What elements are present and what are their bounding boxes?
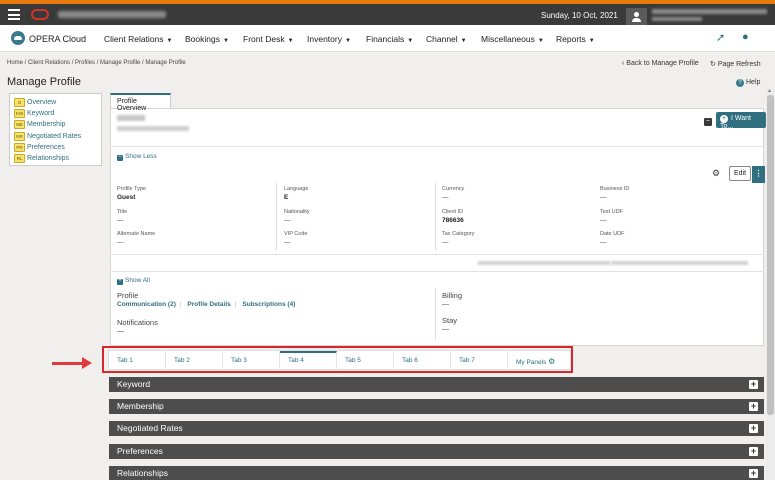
field-business-id: Business ID — xyxy=(600,186,630,201)
left-nav-item-overview[interactable]: O Overview xyxy=(14,97,97,108)
subscriptions-link[interactable]: Subscriptions (4) xyxy=(242,301,295,308)
user-info-redacted-2 xyxy=(652,17,702,21)
field-title: Title — xyxy=(117,209,128,224)
edit-button[interactable]: Edit xyxy=(729,166,751,181)
left-nav-item-preferences[interactable]: PR Preferences xyxy=(14,142,97,153)
panel-membership[interactable]: Membership + xyxy=(109,399,764,414)
user-avatar-icon[interactable] xyxy=(626,8,647,25)
profile-section-title: Profile xyxy=(117,291,139,300)
oracle-logo-icon xyxy=(31,9,49,20)
chat-icon[interactable]: ● xyxy=(742,31,749,43)
property-name-redacted xyxy=(58,11,166,18)
i-want-to-button[interactable]: + I Want To... xyxy=(716,112,766,130)
user-info-redacted xyxy=(652,9,767,14)
opera-cloud-logo-icon xyxy=(11,31,25,45)
left-nav-item-relationships[interactable]: RL Relationships xyxy=(14,153,97,164)
left-nav-item-membership[interactable]: ME Membership xyxy=(14,119,97,130)
field-nationality: Nationality — xyxy=(284,209,310,224)
field-alternate-name: Alternate Name — xyxy=(117,231,156,246)
nav-financials[interactable]: Financials ▼ xyxy=(366,34,413,44)
notifications-title: Notifications xyxy=(117,318,158,327)
billing-title: Billing xyxy=(442,291,463,300)
expand-plus-icon[interactable]: + xyxy=(749,380,758,389)
panel-negotiated-rates[interactable]: Negotiated Rates + xyxy=(109,421,764,436)
minus-square-icon: − xyxy=(117,154,123,161)
column-separator xyxy=(435,183,436,250)
scrollbar-thumb[interactable] xyxy=(767,95,774,415)
back-to-manage-profile-link[interactable]: ‹ Back to Manage Profile xyxy=(622,60,699,67)
field-language: Language E xyxy=(284,186,309,201)
column-separator xyxy=(435,288,436,340)
annotation-arrow xyxy=(52,362,84,365)
profile-links: Communication (2) | Profile Details | Subs… xyxy=(117,301,296,308)
collapse-icon[interactable]: − xyxy=(704,118,712,126)
expand-plus-icon[interactable]: + xyxy=(749,469,758,478)
nav-miscellaneous[interactable]: Miscellaneous ▼ xyxy=(481,34,544,44)
highlight-box xyxy=(102,346,573,373)
field-test-udf: Test UDF — xyxy=(600,209,623,224)
stay-value: — xyxy=(442,326,449,333)
field-profile-type: Profile Type Guest xyxy=(117,186,146,201)
notifications-value: — xyxy=(117,328,124,335)
field-tax-category: Tax Category — xyxy=(442,231,475,246)
annotation-arrow-head xyxy=(82,357,92,369)
guest-name-redacted xyxy=(117,115,145,121)
show-all-link[interactable]: + Show All xyxy=(117,277,150,285)
contact-info-redacted-2 xyxy=(611,261,748,265)
field-date-udf: Date UDF — xyxy=(600,231,625,246)
nav-front-desk[interactable]: Front Desk ▼ xyxy=(243,34,294,44)
breadcrumb: Home / Client Relations / Profiles / Man… xyxy=(7,60,186,66)
left-section-nav: O Overview KW Keyword ME Membership NR Negot… xyxy=(9,93,102,166)
nav-reports[interactable]: Reports ▼ xyxy=(556,34,595,44)
communication-link[interactable]: Communication (2) xyxy=(117,301,176,308)
expand-plus-icon[interactable]: + xyxy=(749,402,758,411)
divider xyxy=(110,271,764,272)
field-currency: Currency — xyxy=(442,186,465,201)
profile-overview-card xyxy=(110,108,764,346)
rocket-icon[interactable]: ➚ xyxy=(716,31,725,44)
field-client-id: Client ID 786636 xyxy=(442,209,464,224)
expand-plus-icon[interactable]: + xyxy=(749,424,758,433)
nav-inventory[interactable]: Inventory ▼ xyxy=(307,34,351,44)
help-icon: ? xyxy=(736,79,744,87)
brand-name: OPERA Cloud xyxy=(29,34,87,44)
left-nav-item-keyword[interactable]: KW Keyword xyxy=(14,108,97,119)
billing-value: — xyxy=(442,301,449,308)
nav-channel[interactable]: Channel ▼ xyxy=(426,34,467,44)
business-date: Sunday, 10 Oct, 2021 xyxy=(541,11,618,20)
column-separator xyxy=(276,183,277,250)
divider xyxy=(110,146,764,147)
plus-circle-icon: + xyxy=(720,115,728,123)
left-nav-item-negotiated-rates[interactable]: NR Negotiated Rates xyxy=(14,131,97,142)
top-bar: Sunday, 10 Oct, 2021 xyxy=(0,4,775,25)
contact-info-redacted xyxy=(478,261,610,265)
panel-relationships[interactable]: Relationships + xyxy=(109,466,764,480)
guest-subtitle-redacted xyxy=(117,126,189,131)
field-vip-code: VIP Code — xyxy=(284,231,308,246)
tab-profile-overview[interactable]: Profile Overview xyxy=(110,93,171,112)
divider xyxy=(110,254,764,255)
expand-plus-icon[interactable]: + xyxy=(749,447,758,456)
more-options-icon[interactable]: ⋮ xyxy=(752,166,765,183)
scroll-up-icon[interactable]: ▲ xyxy=(767,88,772,94)
show-less-link[interactable]: − Show Less xyxy=(117,153,157,161)
page-refresh-link[interactable]: ↻ Page Refresh xyxy=(710,60,761,68)
plus-square-icon: + xyxy=(117,278,123,285)
hamburger-menu-icon[interactable] xyxy=(8,9,20,20)
stay-title: Stay xyxy=(442,316,458,325)
panel-preferences[interactable]: Preferences + xyxy=(109,444,764,459)
help-link[interactable]: ? Help xyxy=(736,79,760,87)
page-title: Manage Profile xyxy=(7,76,81,88)
nav-client-relations[interactable]: Client Relations ▼ xyxy=(104,34,172,44)
profile-details-link[interactable]: Profile Details xyxy=(187,301,230,308)
main-navbar: OPERA Cloud Client Relations ▼ Bookings ▼ … xyxy=(0,25,775,52)
refresh-icon: ↻ xyxy=(710,61,718,68)
gear-icon[interactable]: ⚙ xyxy=(712,168,720,179)
nav-bookings[interactable]: Bookings ▼ xyxy=(185,34,229,44)
panel-keyword[interactable]: Keyword + xyxy=(109,377,764,392)
